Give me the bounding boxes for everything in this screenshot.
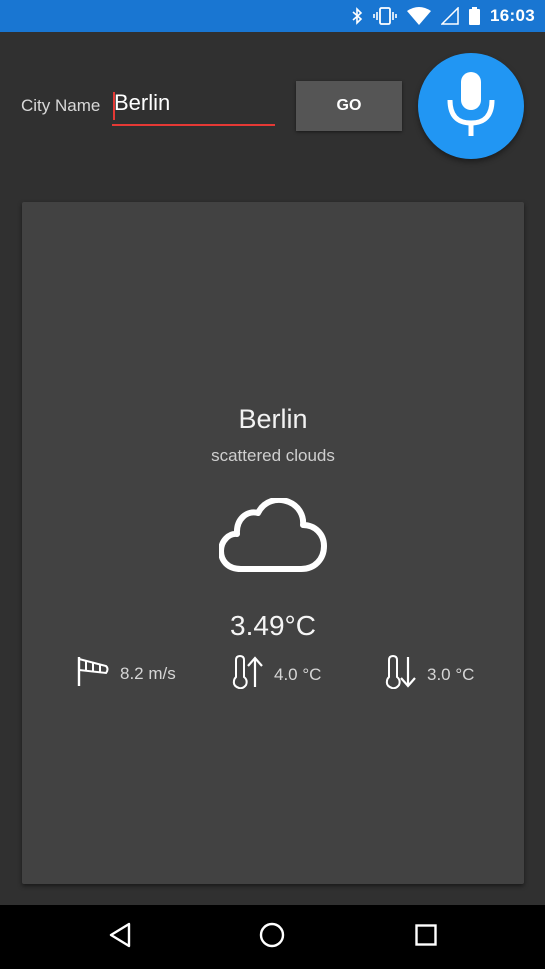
current-temperature: 3.49°C — [230, 610, 316, 641]
voice-search-button[interactable] — [418, 53, 524, 159]
min-temp-value: 3.0 °C — [427, 664, 475, 684]
windsock-icon — [76, 655, 110, 692]
home-button[interactable] — [247, 905, 297, 969]
back-icon — [108, 922, 132, 953]
city-name-input[interactable] — [112, 88, 275, 126]
max-temp-stat: 4.0 °C — [230, 654, 322, 694]
max-temp-value: 4.0 °C — [274, 664, 322, 684]
min-temp-stat: 3.0 °C — [383, 654, 475, 694]
navigation-bar — [0, 905, 545, 969]
thermometer-down-icon — [383, 654, 417, 694]
city-name-label: City Name — [21, 96, 101, 115]
weather-description: scattered clouds — [211, 446, 335, 465]
vibrate-icon — [373, 7, 397, 25]
microphone-icon — [445, 71, 497, 141]
weather-city-name: Berlin — [238, 404, 308, 434]
wind-speed-value: 8.2 m/s — [120, 663, 176, 683]
recents-icon — [415, 923, 437, 951]
text-cursor — [113, 92, 115, 120]
bluetooth-icon — [351, 7, 363, 25]
thermometer-up-icon — [230, 654, 264, 694]
battery-icon — [469, 7, 481, 25]
status-time: 16:03 — [490, 6, 535, 25]
home-icon — [259, 922, 285, 953]
signal-icon — [441, 7, 459, 25]
wind-stat: 8.2 m/s — [76, 655, 176, 692]
go-button[interactable]: GO — [296, 81, 402, 131]
wifi-icon — [407, 7, 432, 25]
weather-card: Berlin scattered clouds 3.49°C 8.2 m/s 4… — [22, 202, 524, 884]
status-bar: 16:03 — [0, 0, 545, 32]
back-button[interactable] — [95, 905, 145, 969]
recents-button[interactable] — [401, 905, 451, 969]
cloud-icon — [218, 496, 327, 583]
